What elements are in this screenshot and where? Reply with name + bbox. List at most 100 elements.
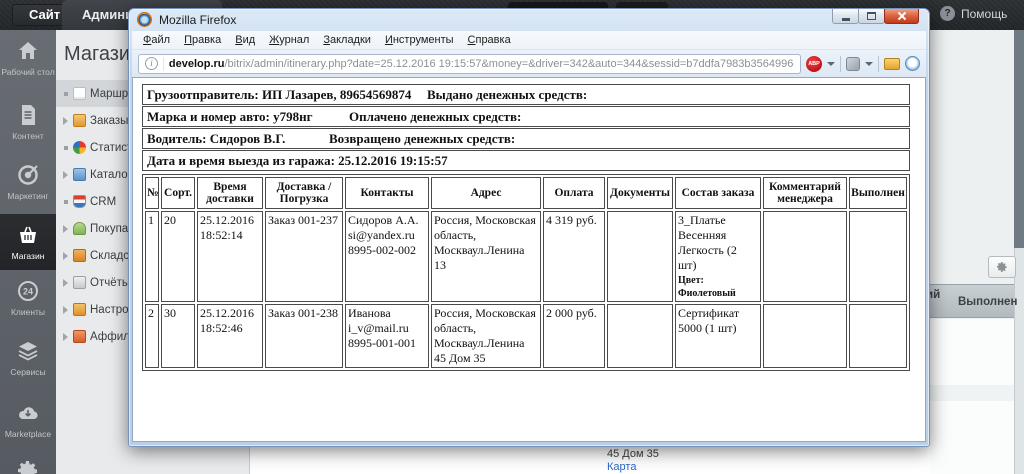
question-icon: ? (940, 6, 955, 21)
browser-menubar: Файл Правка Вид Журнал Закладки Инструме… (132, 31, 926, 50)
right-edge-band-lower (1014, 248, 1024, 474)
info-row-shipper: Грузоотправитель: ИП Лазарев, 8965456987… (142, 84, 910, 105)
expand-arrow-icon (63, 279, 68, 287)
crm-funnel-icon (73, 195, 86, 208)
addon-dropdown-icon[interactable] (865, 61, 873, 66)
document-icon (73, 87, 86, 100)
sidebar-rail: Рабочий стол Контент Маркетинг Магазин 2… (0, 30, 56, 474)
expand-arrow-icon (63, 225, 68, 233)
firefox-window: Mozilla Firefox Файл Правка Вид Журнал З… (128, 8, 930, 447)
affiliates-box-icon (73, 330, 86, 343)
address-fragment: 45 Дом 35 (607, 448, 659, 460)
info-row-vehicle: Марка и номер авто: у798нг Оплачено дене… (142, 106, 910, 127)
bullet-icon (64, 92, 68, 96)
divider (878, 55, 879, 72)
right-edge-band (1014, 30, 1024, 248)
divider (163, 56, 164, 71)
col-comment: Комментарий менеджера (763, 177, 847, 209)
bullet-icon (64, 146, 68, 150)
expand-arrow-icon (63, 306, 68, 314)
orders-icon (73, 114, 86, 127)
minimize-icon (841, 17, 850, 21)
expand-arrow-icon (63, 333, 68, 341)
sidebar-item-marketing[interactable]: Маркетинг (0, 154, 56, 214)
maximize-icon (867, 12, 876, 20)
sidebar-item-shop[interactable]: Магазин (0, 214, 56, 270)
monitor-icon (73, 276, 86, 289)
itinerary-table: № Сорт. Время доставки Доставка / Погруз… (142, 174, 910, 371)
menu-edit[interactable]: Правка (177, 32, 228, 48)
expand-arrow-icon (63, 117, 68, 125)
map-link[interactable]: Карта (607, 461, 636, 473)
help-label: Помощь (961, 6, 1008, 21)
document-icon (22, 105, 35, 125)
background-table-bottom: 45 Дом 35 Карта (250, 444, 930, 474)
cloud-download-icon (19, 407, 38, 420)
pie-chart-icon (73, 141, 86, 154)
menu-tools[interactable]: Инструменты (378, 32, 461, 48)
col-payment: Оплата (543, 177, 605, 209)
settings-box-icon (73, 303, 86, 316)
expand-arrow-icon (63, 252, 68, 260)
firefox-logo-icon (137, 12, 152, 27)
menu-history[interactable]: Журнал (262, 32, 316, 48)
menu-view[interactable]: Вид (228, 32, 262, 48)
menu-bookmarks[interactable]: Закладки (316, 32, 378, 48)
close-button[interactable] (884, 9, 919, 24)
person-icon (73, 222, 86, 235)
menu-file[interactable]: Файл (136, 32, 177, 48)
svg-text:24: 24 (23, 287, 33, 297)
table-row: 2 30 25.12.2016 18:52:46 Заказ 001-238 И… (145, 304, 907, 368)
url-text: develop.ru/bitrix/admin/itinerary.php?da… (169, 58, 794, 70)
warehouse-icon (73, 249, 86, 262)
home-icon (19, 42, 37, 59)
divider (840, 55, 841, 72)
url-path: /bitrix/admin/itinerary.php?date=25.12.2… (224, 57, 795, 70)
order-color-note: Цвет: Фиолетовый (678, 275, 736, 299)
gear-icon (18, 461, 37, 474)
sidebar-item-services[interactable]: Сервисы (0, 330, 56, 392)
done-column-header: Выполнен (958, 296, 1018, 308)
menu-help[interactable]: Справка (461, 32, 518, 48)
itinerary-page: Грузоотправитель: ИП Лазарев, 8965456987… (132, 77, 926, 442)
window-titlebar[interactable]: Mozilla Firefox (129, 9, 929, 31)
gear-icon (997, 262, 1007, 272)
info-row-departure: Дата и время выезда из гаража: 25.12.201… (142, 150, 910, 171)
col-order: Состав заказа (675, 177, 761, 209)
basket-icon (20, 226, 36, 243)
url-input[interactable]: i develop.ru/bitrix/admin/itinerary.php?… (138, 53, 801, 74)
col-done: Выполнен (849, 177, 907, 209)
sidebar-item-clients[interactable]: 24 Клиенты (0, 270, 56, 330)
sidebar-item-settings[interactable] (0, 450, 56, 474)
window-title: Mozilla Firefox (159, 13, 237, 27)
col-documents: Документы (607, 177, 673, 209)
col-sort: Сорт. (161, 177, 195, 209)
table-settings-button[interactable] (988, 256, 1016, 278)
site-info-icon[interactable]: i (145, 57, 158, 70)
url-host: develop.ru (168, 57, 225, 70)
table-header-row: № Сорт. Время доставки Доставка / Погруз… (145, 177, 907, 209)
layers-icon (18, 342, 38, 361)
download-addon-icon[interactable] (905, 56, 920, 71)
sidebar-item-content[interactable]: Контент (0, 94, 56, 154)
screenshot-addon-icon[interactable] (884, 57, 900, 70)
bullet-icon (64, 200, 68, 204)
maximize-button[interactable] (858, 9, 885, 24)
table-row: 1 20 25.12.2016 18:52:14 Заказ 001-237 С… (145, 211, 907, 302)
col-delivery: Доставка / Погрузка (265, 177, 343, 209)
sidebar-item-marketplace[interactable]: Marketplace (0, 392, 56, 450)
expand-arrow-icon (63, 171, 68, 179)
adblock-icon[interactable]: ABP (806, 55, 822, 72)
col-address: Адрес (431, 177, 541, 209)
clients-24-icon: 24 (18, 281, 38, 301)
sidebar-item-desktop[interactable]: Рабочий стол (0, 30, 56, 94)
adblock-dropdown-icon[interactable] (827, 61, 835, 66)
col-time: Время доставки (197, 177, 263, 209)
close-icon (897, 11, 907, 21)
target-icon (18, 165, 38, 185)
info-row-driver: Водитель: Сидоров В.Г. Возвращено денежн… (142, 128, 910, 149)
minimize-button[interactable] (832, 9, 859, 24)
browser-navbar: i develop.ru/bitrix/admin/itinerary.php?… (132, 50, 926, 77)
addon-icon[interactable] (846, 56, 860, 71)
help-button[interactable]: ? Помощь (940, 6, 1007, 21)
